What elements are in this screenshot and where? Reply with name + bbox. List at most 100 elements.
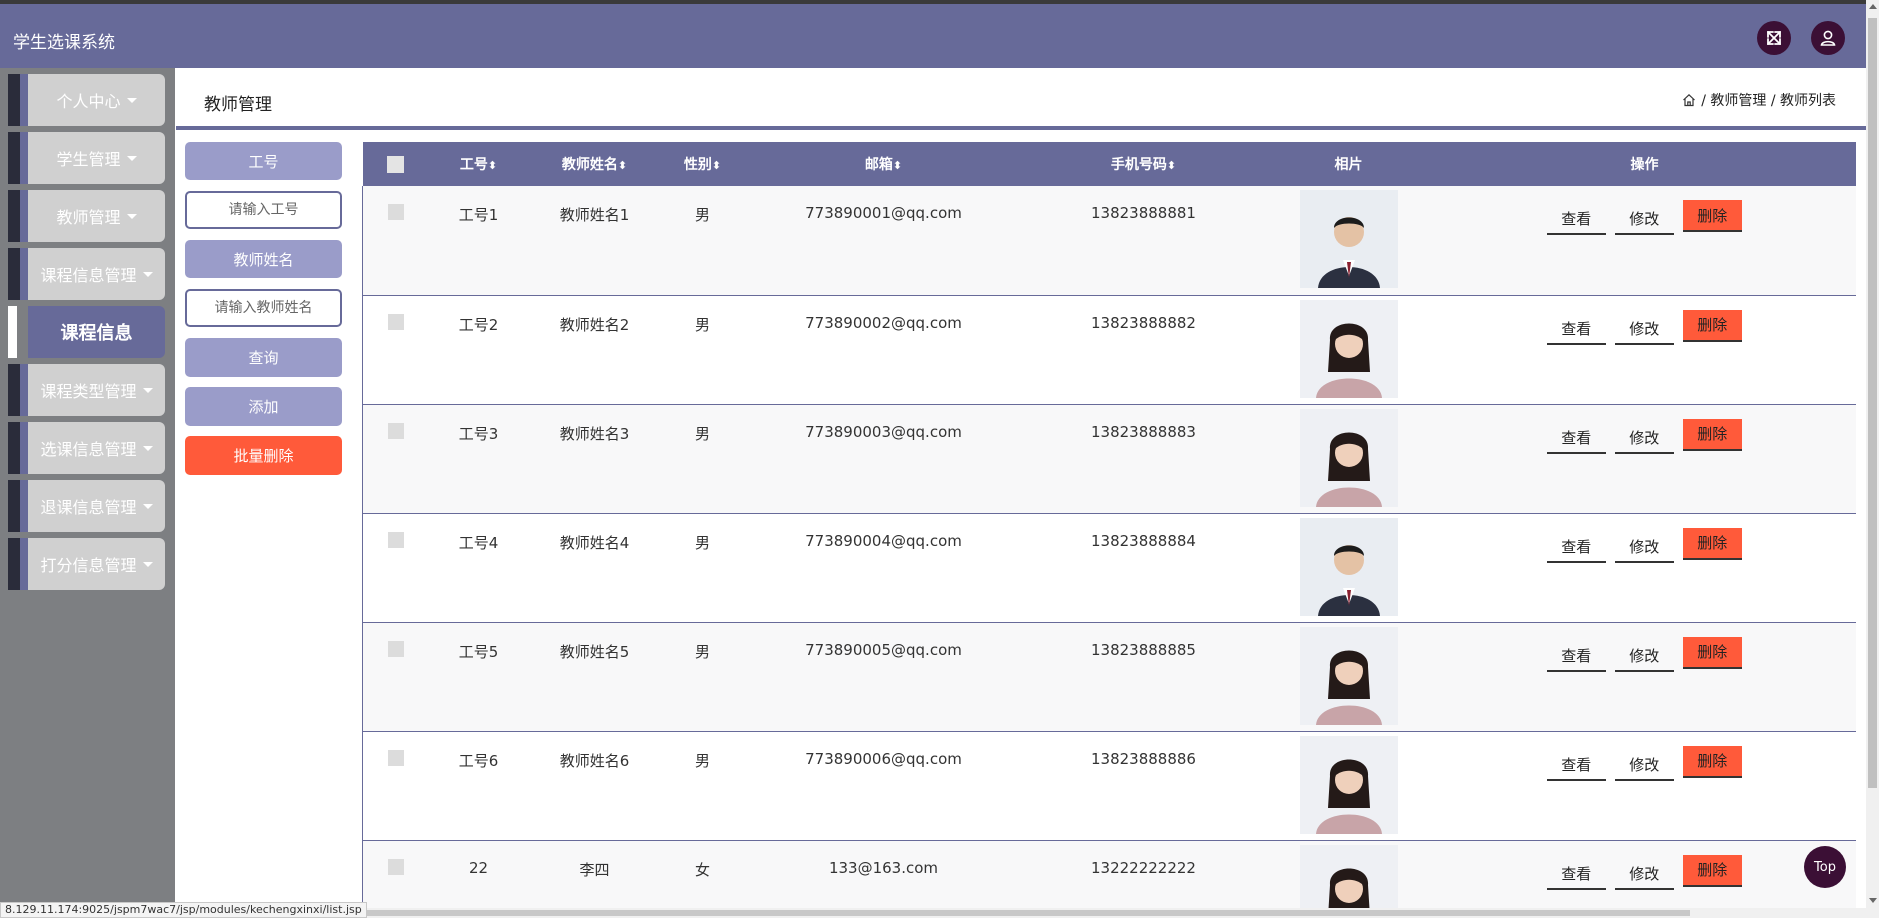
sidebar-item-course-type-management[interactable]: 课程类型管理 xyxy=(8,364,165,416)
column-header-email[interactable]: 邮箱⬍ xyxy=(745,142,1023,186)
table-row: 工号6 教师姓名6 男 773890006@qq.com 13823888886 查看 修改… xyxy=(362,731,1857,840)
sort-icon: ⬍ xyxy=(711,159,722,172)
scroll-up-icon[interactable] xyxy=(1869,4,1877,9)
sidebar-item-enrollment-management[interactable]: 选课信息管理 xyxy=(8,422,165,474)
id-cell: 工号4 xyxy=(458,533,499,552)
name-cell: 教师姓名5 xyxy=(559,642,630,661)
teacher-table-container: 工号⬍ 教师姓名⬍ 性别⬍ 邮箱⬍ 手机号码⬍ 相片 操作 工号1 教师姓名1 男 7… xyxy=(362,142,1856,910)
home-icon[interactable] xyxy=(1682,93,1696,107)
column-header-gender[interactable]: 性别⬍ xyxy=(661,142,745,186)
edit-button[interactable]: 修改 xyxy=(1614,423,1674,454)
email-cell: 773890004@qq.com xyxy=(805,531,962,550)
row-select-cell xyxy=(363,731,429,840)
row-actions: 查看 修改 删除 xyxy=(1433,854,1857,890)
view-button[interactable]: 查看 xyxy=(1546,314,1606,345)
column-header-phone[interactable]: 手机号码⬍ xyxy=(1023,142,1265,186)
email-cell: 133@163.com xyxy=(828,858,939,877)
vertical-scrollbar[interactable] xyxy=(1866,0,1879,918)
edit-button[interactable]: 修改 xyxy=(1614,314,1674,345)
row-actions: 查看 修改 删除 xyxy=(1433,636,1857,672)
user-button[interactable] xyxy=(1811,21,1845,55)
back-to-top-button[interactable]: Top xyxy=(1804,846,1846,888)
sidebar-item-course-info-management[interactable]: 课程信息管理 xyxy=(8,248,165,300)
table-row: 工号4 教师姓名4 男 773890004@qq.com 13823888884 查看 修改… xyxy=(362,513,1857,622)
view-button[interactable]: 查看 xyxy=(1546,532,1606,563)
actions-cell: 查看 修改 删除 xyxy=(1433,731,1857,840)
name-search-input[interactable] xyxy=(185,289,342,327)
page-title: 教师管理 xyxy=(204,95,272,115)
edit-button[interactable]: 修改 xyxy=(1614,204,1674,235)
row-actions: 查看 修改 删除 xyxy=(1433,527,1857,563)
sort-icon: ⬍ xyxy=(1166,159,1177,172)
delete-button[interactable]: 删除 xyxy=(1682,418,1742,451)
teacher-photo-frame xyxy=(1299,517,1398,616)
gender-cell: 女 xyxy=(694,860,710,879)
delete-button[interactable]: 删除 xyxy=(1682,200,1742,232)
user-icon xyxy=(1820,30,1836,46)
row-checkbox[interactable] xyxy=(387,858,404,875)
actions-cell: 查看 修改 删除 xyxy=(1433,295,1857,404)
sidebar-item-course-info[interactable]: 课程信息 xyxy=(8,306,165,358)
view-button[interactable]: 查看 xyxy=(1546,750,1606,781)
id-cell: 工号2 xyxy=(458,315,499,334)
breadcrumb-path: / 教师管理 / 教师列表 xyxy=(1701,93,1836,109)
id-cell: 工号1 xyxy=(458,206,499,224)
add-button[interactable]: 添加 xyxy=(185,387,342,426)
row-checkbox[interactable] xyxy=(387,749,404,766)
view-button[interactable]: 查看 xyxy=(1546,859,1606,890)
row-checkbox[interactable] xyxy=(387,640,404,657)
sidebar-item-withdrawal-management[interactable]: 退课信息管理 xyxy=(8,480,165,532)
query-button[interactable]: 查询 xyxy=(185,338,342,377)
name-cell: 教师姓名1 xyxy=(559,206,630,224)
gender-cell: 男 xyxy=(694,315,710,334)
row-checkbox[interactable] xyxy=(387,422,404,439)
id-cell: 工号3 xyxy=(458,424,499,443)
breadcrumb: / 教师管理 / 教师列表 xyxy=(1682,90,1836,110)
table-body: 工号1 教师姓名1 男 773890001@qq.com 13823888881 查看 修改… xyxy=(362,186,1857,910)
edit-button[interactable]: 修改 xyxy=(1614,859,1674,890)
edit-button[interactable]: 修改 xyxy=(1614,641,1674,672)
column-header-id[interactable]: 工号⬍ xyxy=(429,142,529,186)
phone-cell: 13823888884 xyxy=(1091,531,1196,550)
sidebar-item-label: 学生管理 xyxy=(56,150,121,169)
id-label: 工号 xyxy=(185,142,342,180)
caret-down-icon xyxy=(142,445,153,451)
photo-cell xyxy=(1265,731,1433,840)
delete-button[interactable]: 删除 xyxy=(1682,527,1742,560)
delete-button[interactable]: 删除 xyxy=(1682,745,1742,778)
teacher-photo-frame xyxy=(1299,408,1398,507)
id-search-input[interactable] xyxy=(185,191,342,229)
edit-button[interactable]: 修改 xyxy=(1614,750,1674,781)
row-checkbox[interactable] xyxy=(387,313,404,330)
view-button[interactable]: 查看 xyxy=(1546,204,1606,235)
edit-button[interactable]: 修改 xyxy=(1614,532,1674,563)
sidebar-item-personal-center[interactable]: 个人中心 xyxy=(8,74,165,126)
scroll-down-icon[interactable] xyxy=(1869,898,1877,903)
fullscreen-button[interactable] xyxy=(1757,21,1791,55)
actions-cell: 查看 修改 删除 xyxy=(1433,404,1857,513)
phone-cell: 13823888881 xyxy=(1091,204,1196,222)
sidebar-item-student-management[interactable]: 学生管理 xyxy=(8,132,165,184)
view-button[interactable]: 查看 xyxy=(1546,641,1606,672)
table-row: 工号2 教师姓名2 男 773890002@qq.com 13823888882 查看 修改… xyxy=(362,295,1857,404)
email-cell: 773890006@qq.com xyxy=(805,749,962,768)
sidebar-item-label: 教师管理 xyxy=(56,208,121,227)
column-header-name[interactable]: 教师姓名⬍ xyxy=(529,142,661,186)
teacher-photo-frame xyxy=(1299,844,1398,910)
row-checkbox[interactable] xyxy=(387,204,404,220)
teacher-photo xyxy=(1299,844,1398,910)
name-cell: 李四 xyxy=(579,860,610,879)
select-all-checkbox[interactable] xyxy=(387,155,404,173)
caret-down-icon xyxy=(142,387,153,393)
email-cell: 773890002@qq.com xyxy=(805,313,962,332)
breadcrumb-bar: 教师管理 / 教师管理 / 教师列表 xyxy=(176,68,1866,130)
row-checkbox[interactable] xyxy=(387,531,404,548)
view-button[interactable]: 查看 xyxy=(1546,423,1606,454)
actions-cell: 查看 修改 删除 xyxy=(1433,840,1857,910)
batch-delete-button[interactable]: 批量删除 xyxy=(185,436,342,475)
sidebar-item-grading-management[interactable]: 打分信息管理 xyxy=(8,538,165,590)
delete-button[interactable]: 删除 xyxy=(1682,854,1742,887)
delete-button[interactable]: 删除 xyxy=(1682,309,1742,342)
delete-button[interactable]: 删除 xyxy=(1682,636,1742,669)
sidebar-item-teacher-management[interactable]: 教师管理 xyxy=(8,190,165,242)
